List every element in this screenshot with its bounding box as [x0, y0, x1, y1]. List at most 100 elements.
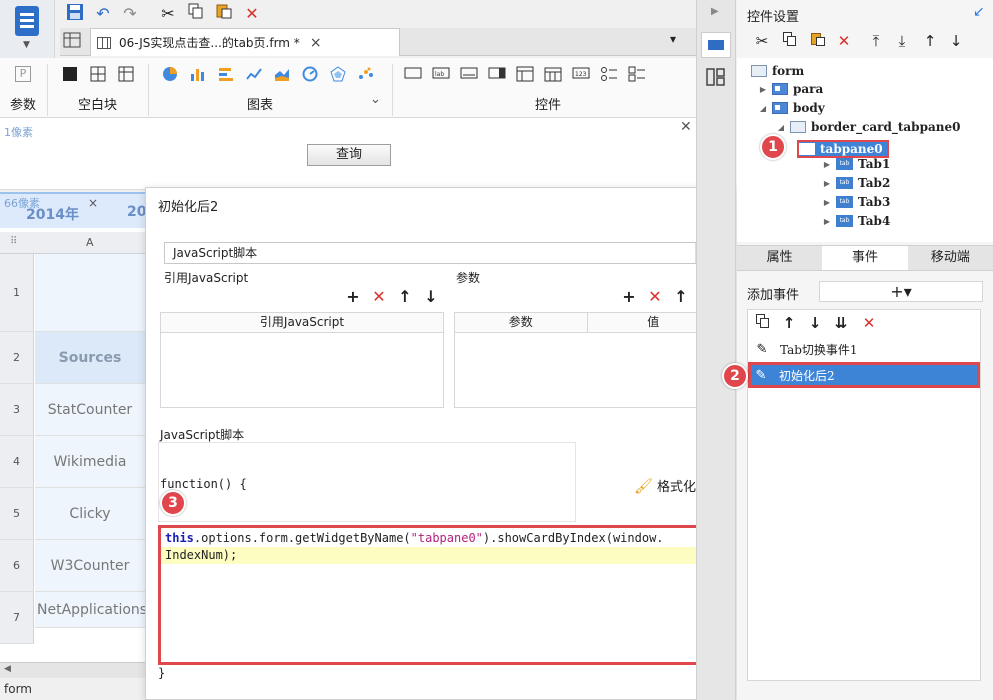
tree-node-tabpane-container[interactable]: ◢ border_card_tabpane0: [775, 120, 961, 134]
block-split-icon[interactable]: [90, 66, 108, 82]
event-item[interactable]: ✎ Tab切换事件1: [752, 338, 978, 360]
tab-properties[interactable]: 属性: [737, 246, 823, 270]
move-bottom-icon[interactable]: ⇊: [832, 314, 850, 332]
pin-icon[interactable]: ↙: [973, 4, 985, 20]
tree-node-body[interactable]: ◢ body: [757, 101, 825, 115]
table-cell[interactable]: StatCounter: [35, 384, 145, 436]
add-icon[interactable]: +: [620, 288, 638, 306]
ref-js-table[interactable]: 引用JavaScript: [160, 312, 444, 408]
tab-mobile[interactable]: 移动端: [907, 246, 993, 270]
delete-icon[interactable]: ✕: [835, 32, 853, 50]
row-header[interactable]: 4: [0, 436, 34, 488]
save-icon[interactable]: [64, 3, 86, 25]
button-widget-icon[interactable]: [404, 66, 422, 82]
radio-group-icon[interactable]: [600, 66, 618, 82]
widget-settings-toggle[interactable]: [701, 32, 731, 58]
event-item-selected[interactable]: ✎ 初始化后2: [748, 362, 980, 388]
param-table[interactable]: 参数 值: [454, 312, 720, 408]
label-widget-icon[interactable]: lab: [432, 66, 450, 82]
undo-icon[interactable]: ↶: [92, 3, 114, 25]
column-a-header[interactable]: A: [86, 236, 94, 249]
close-icon[interactable]: ×: [88, 196, 98, 210]
text-widget-icon[interactable]: [460, 66, 478, 82]
block-grid-icon[interactable]: [118, 66, 136, 82]
delete-icon[interactable]: ✕: [370, 288, 388, 306]
tree-node-tab4[interactable]: ▶ tab Tab4: [821, 214, 890, 228]
pie-chart-icon[interactable]: [162, 66, 180, 82]
row-header[interactable]: 5: [0, 488, 34, 540]
close-tab-icon[interactable]: ×: [310, 35, 322, 51]
tab-list-dropdown-icon[interactable]: ▾: [670, 32, 676, 46]
tree-node-tabpane-selected[interactable]: tabpane0: [797, 140, 889, 158]
row-header[interactable]: 2: [0, 332, 34, 384]
row-header[interactable]: 3: [0, 384, 34, 436]
radar-chart-icon[interactable]: [330, 66, 348, 82]
close-icon[interactable]: ✕: [680, 119, 692, 135]
collapse-arrow-icon[interactable]: ◢: [757, 103, 769, 113]
tree-node-tab3[interactable]: ▶ tab Tab3: [821, 195, 890, 209]
row-header[interactable]: 1: [0, 254, 34, 332]
tree-widget-icon[interactable]: [516, 66, 534, 82]
checkbox-group-icon[interactable]: [628, 66, 646, 82]
horizontal-bar-icon[interactable]: [218, 66, 236, 82]
number-widget-icon[interactable]: 123: [572, 66, 590, 82]
delete-icon[interactable]: ✕: [860, 314, 878, 332]
parameter-icon[interactable]: P: [15, 66, 31, 82]
line-chart-icon[interactable]: [246, 66, 264, 82]
move-up-icon[interactable]: ↑: [672, 288, 690, 306]
collapse-arrow-icon[interactable]: ◢: [775, 122, 787, 132]
move-up-icon[interactable]: ↑: [780, 314, 798, 332]
horizontal-scrollbar[interactable]: ◀: [0, 662, 145, 678]
move-down-icon[interactable]: ↓: [947, 32, 965, 50]
redo-icon[interactable]: ↷: [119, 3, 141, 25]
table-cell[interactable]: Clicky: [35, 488, 145, 540]
add-icon[interactable]: +: [344, 288, 362, 306]
script-type-select[interactable]: JavaScript脚本 ▼: [164, 242, 716, 264]
sheet-tab-next[interactable]: 20: [127, 204, 146, 220]
move-bottom-icon[interactable]: ⤓: [893, 32, 911, 50]
copy-icon[interactable]: [185, 3, 207, 25]
block-icon[interactable]: [62, 66, 80, 82]
delete-icon[interactable]: ✕: [646, 288, 664, 306]
chevron-down-icon[interactable]: ⌄: [370, 92, 381, 107]
table-cell[interactable]: [35, 254, 145, 332]
select-all-icon[interactable]: ⠿: [10, 236, 17, 247]
code-editor[interactable]: this.options.form.getWidgetByName("tabpa…: [158, 525, 718, 665]
paste-icon[interactable]: [809, 32, 827, 50]
move-down-icon[interactable]: ↓: [806, 314, 824, 332]
app-menu-button[interactable]: ▼: [0, 0, 55, 58]
date-widget-icon[interactable]: [544, 66, 562, 82]
expand-arrow-icon[interactable]: ▶: [821, 159, 833, 169]
layout-icon[interactable]: [706, 68, 726, 89]
scatter-chart-icon[interactable]: [358, 66, 376, 82]
move-up-icon[interactable]: ↑: [396, 288, 414, 306]
expand-right-icon[interactable]: ▶: [711, 6, 719, 17]
gauge-chart-icon[interactable]: [302, 66, 320, 82]
paste-icon[interactable]: [213, 3, 235, 25]
cut-icon[interactable]: ✂: [157, 3, 179, 25]
row-header[interactable]: 6: [0, 540, 34, 592]
move-down-icon[interactable]: ↓: [422, 288, 440, 306]
bar-chart-icon[interactable]: [190, 66, 208, 82]
cut-icon[interactable]: ✂: [753, 32, 771, 50]
table-cell[interactable]: Sources: [35, 332, 145, 384]
copy-icon[interactable]: [781, 32, 799, 50]
row-header[interactable]: 7: [0, 592, 34, 644]
table-cell[interactable]: Wikimedia: [35, 436, 145, 488]
tab-events[interactable]: 事件: [822, 246, 908, 270]
tree-node-para[interactable]: ▶ para: [757, 82, 823, 96]
expand-arrow-icon[interactable]: ▶: [821, 197, 833, 207]
scroll-left-icon[interactable]: ◀: [4, 664, 11, 674]
expand-arrow-icon[interactable]: ▶: [821, 178, 833, 188]
tree-node-tab2[interactable]: ▶ tab Tab2: [821, 176, 890, 190]
tree-node-tab1[interactable]: ▶ tab Tab1: [821, 157, 890, 171]
grid-view-icon[interactable]: [63, 32, 85, 52]
expand-arrow-icon[interactable]: ▶: [757, 84, 769, 94]
area-chart-icon[interactable]: [274, 66, 292, 82]
move-top-icon[interactable]: ⤒: [867, 32, 885, 50]
copy-icon[interactable]: [754, 314, 772, 332]
add-event-button[interactable]: +▾: [819, 281, 983, 302]
table-cell[interactable]: NetApplications: [35, 592, 147, 628]
expand-arrow-icon[interactable]: ▶: [821, 216, 833, 226]
move-up-icon[interactable]: ↑: [921, 32, 939, 50]
